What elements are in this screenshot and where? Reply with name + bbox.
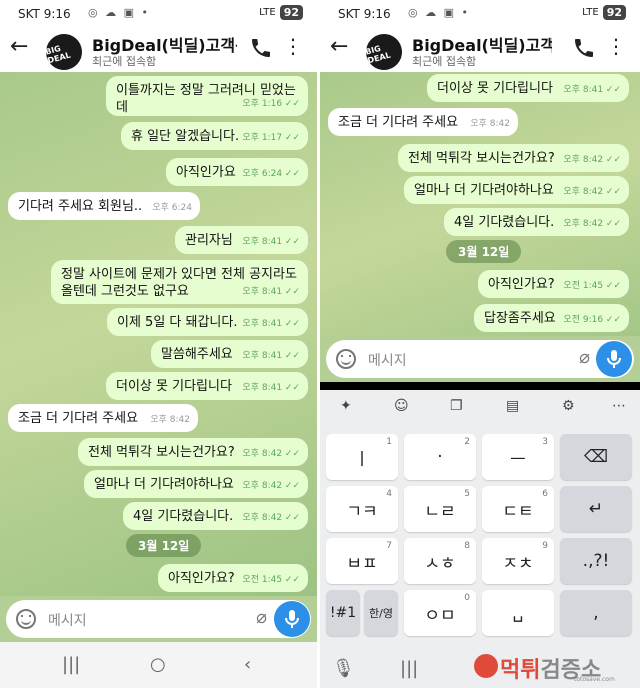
watermark-url: totosave.com: [574, 676, 615, 683]
input-area: 메시지 ⌀: [0, 596, 317, 642]
attach-icon[interactable]: ⌀: [256, 607, 267, 628]
watermark-logo-icon: [474, 654, 498, 678]
message-bubble[interactable]: 관리자님 오후 8:41 ✓✓: [175, 226, 308, 254]
key-eu[interactable]: ㅡ3: [482, 434, 554, 480]
avatar[interactable]: BIG DEAL: [41, 29, 87, 75]
message-input[interactable]: 메시지 ⌀: [6, 600, 311, 638]
battery-badge: 92: [602, 5, 626, 20]
message-bubble[interactable]: 답장좀주세요 오전 9:16 ✓✓: [474, 304, 629, 332]
key-g[interactable]: ㄱㅋ 4: [326, 486, 398, 532]
message-bubble[interactable]: 이제 5일 다 돼갑니다. 오후 8:41 ✓✓: [107, 308, 308, 336]
mic-button[interactable]: [274, 601, 310, 637]
key-i[interactable]: ㅣ1: [326, 434, 398, 480]
mic-button[interactable]: [596, 341, 632, 377]
backspace-key[interactable]: ⌫: [560, 434, 632, 480]
android-navbar: ||| ○ ‹: [0, 642, 317, 688]
avatar[interactable]: BIG DEAL: [361, 29, 407, 75]
attach-icon[interactable]: ⌀: [579, 347, 590, 368]
back-arrow-icon[interactable]: ←: [10, 34, 28, 59]
message-bubble[interactable]: 더이상 못 기다립니다 오후 8:41 ✓✓: [106, 372, 308, 400]
emoji-keyboard-icon[interactable]: ☺: [394, 398, 409, 414]
signal-label: LTE: [582, 7, 599, 18]
message-bubble[interactable]: 정말 사이트에 문제가 있다면 전체 공지라도 올텐데 그런것도 없구요 오후 8:…: [51, 260, 308, 304]
message-placeholder: 메시지: [368, 353, 407, 369]
status-icons: ◎ ☁ ▣ •: [88, 6, 150, 19]
phone-icon[interactable]: [249, 36, 273, 60]
language-key[interactable]: 한/영: [364, 590, 398, 636]
back-nav-icon[interactable]: ‹: [244, 654, 251, 675]
message-input[interactable]: 메시지 ⌀: [326, 340, 634, 378]
space-key[interactable]: ␣: [482, 590, 554, 636]
message-bubble[interactable]: 4일 기다렸습니다. 오후 8:42 ✓✓: [444, 208, 629, 236]
signal-label: LTE: [259, 7, 276, 18]
status-time: SKT 9:16: [18, 7, 71, 21]
message-bubble[interactable]: 얼마나 더 기다려야하나요 오후 8:42 ✓✓: [84, 470, 308, 498]
message-bubble[interactable]: 더이상 못 기다립니다 오후 8:41 ✓✓: [427, 74, 629, 102]
back-arrow-icon[interactable]: ←: [330, 34, 348, 59]
message-bubble[interactable]: 아직인가요? 오전 1:45 ✓✓: [478, 270, 629, 298]
recent-apps-icon[interactable]: |||: [62, 654, 80, 675]
keyboard: ✦ ☺ ❐ ▤ ⚙ ⋯ ㅣ1 · 2 ㅡ3 ⌫ ㄱㅋ 4 ㄴㄹ 5 ㄷㅌ 6 ↵ ㅂㅍ 7…: [320, 390, 640, 650]
key-j[interactable]: ㅈㅊ 9: [482, 538, 554, 584]
message-bubble[interactable]: 휴 일단 알겠습니다. 오후 1:17 ✓✓: [121, 122, 308, 150]
status-bar: SKT 9:16 ◎ ☁ ▣ • LTE 92: [320, 0, 640, 28]
message-bubble[interactable]: 얼마나 더 기다려야하나요 오후 8:42 ✓✓: [404, 176, 629, 204]
mic-nav-icon[interactable]: 🎙: [332, 658, 355, 679]
message-bubble[interactable]: 기다려 주세요 회원님.. 오후 6:24: [8, 192, 200, 220]
key-s[interactable]: ㅅㅎ 8: [404, 538, 476, 584]
key-o[interactable]: ㅇㅁ 0: [404, 590, 476, 636]
message-bubble[interactable]: 조금 더 기다려 주세요 오후 8:42: [8, 404, 198, 432]
status-bar: SKT 9:16 ◎ ☁ ▣ • LTE 92: [0, 0, 317, 28]
key-n[interactable]: ㄴㄹ 5: [404, 486, 476, 532]
right-screenshot: SKT 9:16 ◎ ☁ ▣ • LTE 92 ← BIG DEAL BigDe…: [320, 0, 640, 688]
chat-header: ← BIG DEAL BigDeal(빅딜)고객센 최근에 접속함 ⋮: [0, 28, 317, 75]
phone-icon[interactable]: [572, 36, 596, 60]
chat-header: ← BIG DEAL BigDeal(빅딜)고객센 최근에 접속함 ⋮: [320, 28, 640, 75]
more-menu-icon[interactable]: ⋮: [283, 36, 303, 56]
enter-key[interactable]: ↵: [560, 486, 632, 532]
keyboard-toolbar: ✦ ☺ ❐ ▤ ⚙ ⋯: [320, 390, 640, 424]
date-separator: 3월 12일: [126, 534, 202, 557]
mic-icon: [607, 350, 621, 368]
home-icon[interactable]: ○: [150, 654, 166, 675]
message-bubble[interactable]: 말씀해주세요 오후 8:41 ✓✓: [151, 340, 308, 368]
more-menu-icon[interactable]: ⋮: [606, 36, 626, 56]
emoji-icon[interactable]: [336, 349, 356, 369]
chat-subtitle: 최근에 접속함: [92, 55, 157, 68]
more-tools-icon[interactable]: ⋯: [612, 398, 626, 414]
date-separator: 3월 12일: [446, 240, 522, 263]
message-bubble[interactable]: 아직인가요 오후 6:24 ✓✓: [166, 158, 308, 186]
emoji-icon[interactable]: [16, 609, 36, 629]
mic-icon: [285, 610, 299, 628]
symbol-key[interactable]: !#1: [326, 590, 360, 636]
sticker-icon[interactable]: ❐: [450, 398, 463, 414]
chat-area: 이틀까지는 정말 그러려니 믿었는데 오후 1:16 ✓✓ 휴 일단 알겠습니다.…: [0, 72, 317, 596]
battery-badge: 92: [279, 5, 303, 20]
key-b[interactable]: ㅂㅍ 7: [326, 538, 398, 584]
punctuation-key[interactable]: .,?!: [560, 538, 632, 584]
message-bubble[interactable]: 아직인가요? 오전 1:45 ✓✓: [158, 564, 308, 592]
settings-icon[interactable]: ⚙: [562, 398, 575, 414]
message-bubble[interactable]: 전체 먹튀각 보시는건가요? 오후 8:42 ✓✓: [398, 144, 629, 172]
status-right: LTE 92: [582, 5, 626, 20]
key-dot[interactable]: · 2: [404, 434, 476, 480]
chat-subtitle: 최근에 접속함: [412, 55, 477, 68]
input-area: 메시지 ⌀: [320, 336, 640, 382]
message-bubble[interactable]: 이틀까지는 정말 그러려니 믿었는데 오후 1:16 ✓✓: [106, 76, 308, 116]
left-screenshot: SKT 9:16 ◎ ☁ ▣ • LTE 92 ← BIG DEAL BigDe…: [0, 0, 317, 688]
recent-apps-icon[interactable]: |||: [400, 658, 418, 679]
message-placeholder: 메시지: [48, 613, 87, 629]
sparkle-icon[interactable]: ✦: [340, 398, 352, 414]
message-bubble[interactable]: 4일 기다렸습니다. 오후 8:42 ✓✓: [123, 502, 308, 530]
key-d[interactable]: ㄷㅌ 6: [482, 486, 554, 532]
status-right: LTE 92: [259, 5, 303, 20]
message-bubble[interactable]: 전체 먹튀각 보시는건가요? 오후 8:42 ✓✓: [78, 438, 308, 466]
message-bubble[interactable]: 조금 더 기다려 주세요 오후 8:42: [328, 108, 518, 136]
comma-key[interactable]: ,: [560, 590, 632, 636]
clipboard-icon[interactable]: ▤: [506, 398, 519, 414]
status-time: SKT 9:16: [338, 7, 391, 21]
status-icons: ◎ ☁ ▣ •: [408, 6, 470, 19]
